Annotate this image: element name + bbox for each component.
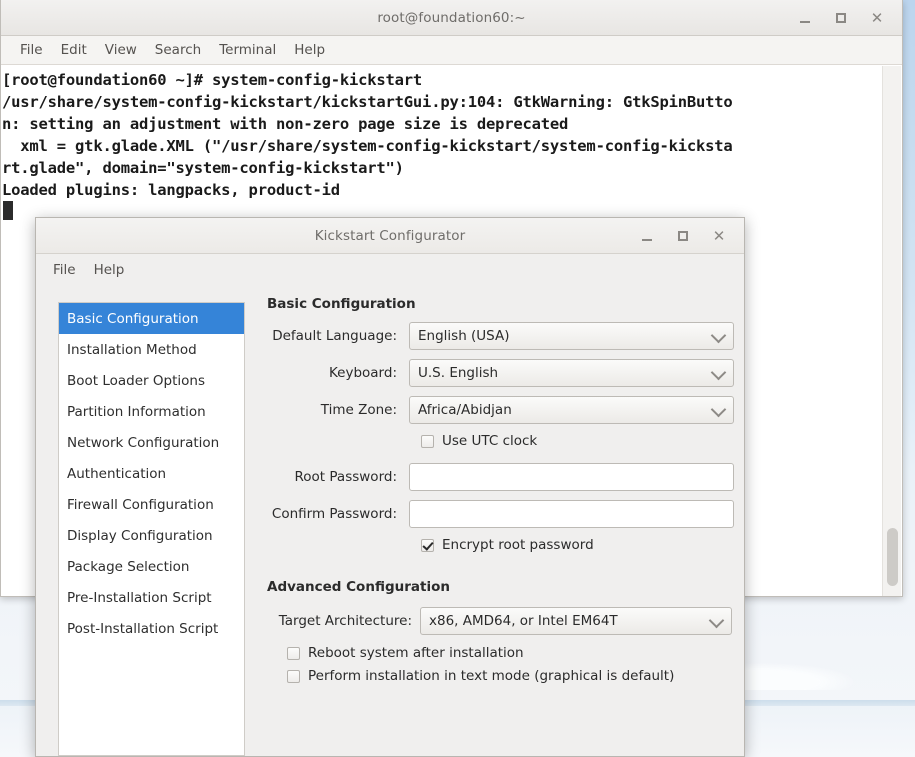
basic-configuration-heading: Basic Configuration [267,296,416,312]
terminal-menu-edit[interactable]: Edit [52,39,96,61]
dialog-window-controls: ✕ [630,218,736,254]
sidebar-item-label: Post-Installation Script [67,620,219,637]
sidebar-item-installation-method[interactable]: Installation Method [59,334,244,365]
confirm-password-row: Confirm Password: [267,500,734,528]
chevron-down-icon [710,401,727,418]
sidebar-item-network-configuration[interactable]: Network Configuration [59,427,244,458]
terminal-menubar[interactable]: File Edit View Search Terminal Help [1,36,902,65]
sidebar-item-boot-loader-options[interactable]: Boot Loader Options [59,365,244,396]
sidebar-item-partition-information[interactable]: Partition Information [59,396,244,427]
default-language-value: English (USA) [418,328,510,344]
target-architecture-select[interactable]: x86, AMD64, or Intel EM64T [420,607,732,635]
timezone-select[interactable]: Africa/Abidjan [409,396,734,424]
maximize-icon [836,13,846,23]
text-mode-installation-checkbox[interactable]: Perform installation in text mode (graph… [287,668,734,684]
sidebar-item-label: Installation Method [67,341,197,358]
target-architecture-row: Target Architecture: x86, AMD64, or Inte… [267,607,734,635]
root-password-input[interactable] [409,463,734,491]
sidebar-item-authentication[interactable]: Authentication [59,458,244,489]
sidebar-item-label: Network Configuration [67,434,220,451]
dialog-titlebar[interactable]: Kickstart Configurator ✕ [36,218,744,254]
terminal-menu-file[interactable]: File [11,39,52,61]
dialog-menu-file[interactable]: File [44,259,85,281]
dialog-main-panel: Basic Configuration Default Language: En… [267,296,734,756]
terminal-minimize-button[interactable] [788,5,822,31]
terminal-maximize-button[interactable] [824,5,858,31]
chevron-down-icon [710,364,727,381]
checkbox-icon [421,434,434,448]
sidebar-item-pre-installation-script[interactable]: Pre-Installation Script [59,582,244,613]
confirm-password-input[interactable] [409,500,734,528]
terminal-titlebar[interactable]: root@foundation60:~ ✕ [1,0,902,36]
target-architecture-value: x86, AMD64, or Intel EM64T [429,613,618,629]
keyboard-row: Keyboard: U.S. English [267,359,734,387]
default-language-select[interactable]: English (USA) [409,322,734,350]
keyboard-value: U.S. English [418,365,499,381]
terminal-close-button[interactable]: ✕ [860,5,894,31]
dialog-minimize-button[interactable] [630,223,664,249]
timezone-value: Africa/Abidjan [418,402,512,418]
sidebar-item-label: Package Selection [67,558,190,575]
terminal-title: root@foundation60:~ [377,9,526,26]
keyboard-label: Keyboard: [328,365,397,381]
sidebar-item-label: Firewall Configuration [67,496,214,513]
reboot-after-installation-label: Reboot system after installation [308,645,524,661]
target-architecture-label: Target Architecture: [278,613,412,629]
terminal-menu-view[interactable]: View [96,39,146,61]
use-utc-clock-label: Use UTC clock [442,433,538,449]
chevron-down-icon [708,612,725,629]
sidebar-item-firewall-configuration[interactable]: Firewall Configuration [59,489,244,520]
sidebar-item-basic-configuration[interactable]: Basic Configuration [59,303,244,334]
checkbox-icon [287,669,300,683]
close-icon: ✕ [870,8,884,27]
sidebar-item-label: Authentication [67,465,167,482]
text-mode-installation-label: Perform installation in text mode (graph… [308,668,675,684]
sidebar-item-label: Partition Information [67,403,206,420]
encrypt-root-password-label: Encrypt root password [442,537,594,553]
reboot-after-installation-checkbox[interactable]: Reboot system after installation [287,645,734,661]
sidebar-item-label: Pre-Installation Script [67,589,212,606]
sidebar-item-display-configuration[interactable]: Display Configuration [59,520,244,551]
default-language-row: Default Language: English (USA) [267,322,734,350]
sidebar-item-post-installation-script[interactable]: Post-Installation Script [59,613,244,644]
timezone-row: Time Zone: Africa/Abidjan [267,396,734,424]
dialog-content: Basic Configuration Installation Method … [36,286,744,756]
keyboard-select[interactable]: U.S. English [409,359,734,387]
kickstart-configurator-dialog[interactable]: Kickstart Configurator ✕ File Help Basic… [35,217,745,757]
checkbox-icon [287,646,300,660]
dialog-close-button[interactable]: ✕ [702,223,736,249]
terminal-output-text: [root@foundation60 ~]# system-config-kic… [2,71,733,199]
minimize-icon [800,21,810,23]
default-language-label: Default Language: [272,328,397,344]
close-icon: ✕ [712,226,726,245]
dialog-menubar[interactable]: File Help [36,254,744,286]
sidebar-item-label: Basic Configuration [67,310,199,327]
checkbox-checked-icon [421,538,434,552]
root-password-row: Root Password: [267,463,734,491]
terminal-menu-help[interactable]: Help [285,39,334,61]
chevron-down-icon [710,327,727,344]
confirm-password-label: Confirm Password: [271,506,397,522]
dialog-maximize-button[interactable] [666,223,700,249]
minimize-icon [642,239,652,241]
maximize-icon [678,231,688,241]
advanced-configuration-heading: Advanced Configuration [267,579,450,595]
terminal-scrollbar[interactable] [882,66,901,596]
terminal-scrollbar-thumb[interactable] [887,528,898,586]
root-password-label: Root Password: [294,469,397,485]
terminal-menu-terminal[interactable]: Terminal [210,39,285,61]
use-utc-clock-checkbox[interactable]: Use UTC clock [421,433,734,449]
dialog-menu-help[interactable]: Help [85,259,134,281]
terminal-cursor [3,201,13,220]
terminal-window-controls: ✕ [788,0,894,36]
sidebar-item-label: Display Configuration [67,527,213,544]
terminal-menu-search[interactable]: Search [146,39,210,61]
sidebar-item-package-selection[interactable]: Package Selection [59,551,244,582]
timezone-label: Time Zone: [320,402,397,418]
encrypt-root-password-checkbox[interactable]: Encrypt root password [421,537,734,553]
sidebar-item-label: Boot Loader Options [67,372,205,389]
dialog-sidebar[interactable]: Basic Configuration Installation Method … [58,302,245,756]
